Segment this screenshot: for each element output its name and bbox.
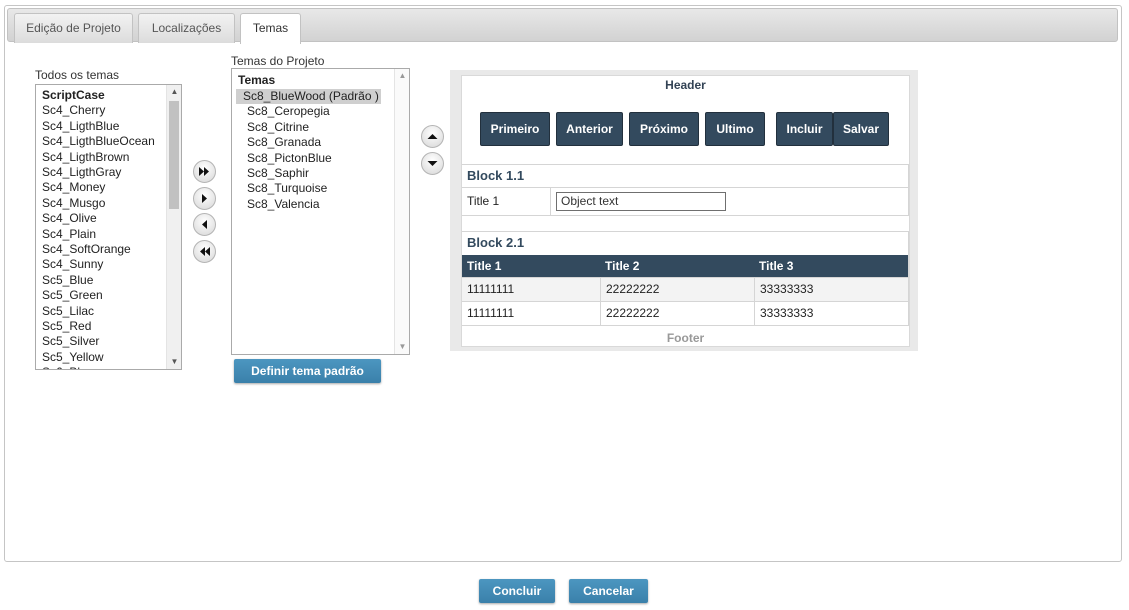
scroll-thumb[interactable] bbox=[169, 101, 179, 209]
concluir-button[interactable]: Concluir bbox=[479, 579, 555, 603]
theme-list-item[interactable]: Sc4_Money bbox=[42, 180, 105, 195]
preview-toolbar-button[interactable]: Salvar bbox=[833, 112, 889, 146]
theme-list-item[interactable]: Sc4_LigthGray bbox=[42, 165, 121, 180]
preview-block-1-title: Block 1.1 bbox=[462, 165, 908, 188]
preview-table-header: Title 1 Title 2 Title 3 bbox=[462, 255, 908, 277]
preview-table-cell: 33333333 bbox=[754, 278, 813, 301]
project-themes-scrollbar[interactable]: ▲ ▼ bbox=[394, 69, 409, 354]
tab-bar: Edição de Projeto Localizações Temas bbox=[7, 8, 1118, 44]
project-theme-item[interactable]: Sc8_PictonBlue bbox=[247, 151, 332, 166]
preview-table-cell: 22222222 bbox=[600, 278, 659, 301]
preview-header: Header bbox=[665, 78, 706, 92]
theme-list-item[interactable]: Sc4_Olive bbox=[42, 211, 97, 226]
theme-list-item[interactable]: Sc4_LigthBrown bbox=[42, 150, 129, 165]
preview-toolbar-button[interactable]: Próximo bbox=[629, 112, 699, 146]
preview-block-1: Block 1.1 Title 1 Object text bbox=[462, 164, 909, 216]
scroll-down-arrow-icon[interactable]: ▼ bbox=[167, 355, 181, 369]
tab-temas[interactable]: Temas bbox=[240, 13, 301, 44]
project-theme-item[interactable]: Sc8_Turquoise bbox=[247, 181, 327, 196]
preview-text-input[interactable]: Object text bbox=[556, 192, 726, 211]
preview-table-cell: 33333333 bbox=[754, 302, 813, 325]
set-default-theme-button[interactable]: Definir tema padrão bbox=[234, 359, 381, 383]
all-themes-scrollbar[interactable]: ▲ ▼ bbox=[166, 85, 181, 369]
preview-table-cell: 11111111 bbox=[467, 306, 515, 320]
tab-edicao-de-projeto[interactable]: Edição de Projeto bbox=[14, 13, 133, 43]
preview-block-2-title: Block 2.1 bbox=[467, 235, 525, 250]
project-theme-item[interactable]: Sc8_Citrine bbox=[247, 120, 309, 135]
project-theme-item[interactable]: Sc8_Saphir bbox=[247, 166, 309, 181]
remove-all-themes-button[interactable] bbox=[193, 240, 216, 263]
project-themes-label: Temas do Projeto bbox=[231, 54, 325, 68]
theme-list-item[interactable]: ScriptCase bbox=[42, 88, 105, 103]
project-theme-item[interactable]: Sc8_Ceropegia bbox=[247, 104, 330, 119]
theme-list-item[interactable]: Sc4_SoftOrange bbox=[42, 242, 131, 257]
theme-preview: Header Primeiro Anterior Próximo Ultimo Incl… bbox=[461, 75, 910, 347]
preview-footer: Footer bbox=[666, 331, 705, 345]
preview-table-row: 11111111 22222222 33333333 bbox=[462, 301, 908, 325]
add-theme-button[interactable] bbox=[193, 187, 216, 210]
arrow-down-icon bbox=[427, 161, 438, 166]
preview-toolbar-button[interactable]: Ultimo bbox=[705, 112, 765, 146]
theme-list-item[interactable]: Sc4_Cherry bbox=[42, 103, 105, 118]
preview-table-cell: 11111111 bbox=[467, 282, 515, 296]
theme-list-item[interactable]: Sc5_Green bbox=[42, 288, 103, 303]
project-themes-list[interactable]: Temas Sc8_BlueWood (Padrão ) Sc8_Ceropegi… bbox=[231, 68, 410, 355]
theme-list-item[interactable]: Sc5_Red bbox=[42, 319, 91, 334]
preview-toolbar-button[interactable]: Primeiro bbox=[480, 112, 550, 146]
double-arrow-left-icon bbox=[200, 247, 210, 256]
theme-list-item[interactable]: Sc4_Musgo bbox=[42, 196, 105, 211]
theme-preview-panel: Header Primeiro Anterior Próximo Ultimo Incl… bbox=[450, 70, 918, 351]
move-up-button[interactable] bbox=[421, 125, 444, 148]
theme-list-item[interactable]: Sc4_Sunny bbox=[42, 257, 103, 272]
scroll-up-arrow-icon[interactable]: ▲ bbox=[167, 85, 181, 99]
project-theme-item[interactable]: Sc8_Granada bbox=[247, 135, 321, 150]
scroll-down-arrow-icon[interactable]: ▼ bbox=[395, 340, 409, 354]
remove-theme-button[interactable] bbox=[193, 213, 216, 236]
preview-column-header: Title 1 bbox=[467, 259, 502, 273]
theme-list-item[interactable]: Sc5_Yellow bbox=[42, 350, 104, 365]
project-themes-group-label: Temas bbox=[238, 73, 276, 87]
arrow-up-icon bbox=[427, 134, 438, 139]
add-all-themes-button[interactable] bbox=[193, 160, 216, 183]
preview-table-cell: 22222222 bbox=[600, 302, 659, 325]
arrow-right-icon bbox=[202, 194, 207, 203]
preview-column-header: Title 3 bbox=[759, 259, 794, 273]
preview-table-row: 11111111 22222222 33333333 bbox=[462, 277, 908, 301]
all-themes-list[interactable]: ScriptCase Sc4_Cherry Sc4_LigthBlue Sc4_Lig… bbox=[35, 84, 182, 370]
preview-field-label: Title 1 bbox=[462, 188, 551, 215]
tab-localizacoes[interactable]: Localizações bbox=[138, 13, 235, 43]
double-arrow-right-icon bbox=[199, 167, 209, 176]
preview-column-header: Title 2 bbox=[605, 259, 640, 273]
all-themes-label: Todos os temas bbox=[35, 68, 120, 82]
cancelar-button[interactable]: Cancelar bbox=[569, 579, 648, 603]
theme-list-item[interactable]: Sc5_Silver bbox=[42, 334, 99, 349]
preview-block-2: Block 2.1 Title 1 Title 2 Title 3 111111… bbox=[462, 231, 909, 326]
project-theme-item[interactable]: Sc8_BlueWood (Padrão ) bbox=[236, 89, 381, 104]
theme-list-item[interactable]: Sc4_LigthBlue bbox=[42, 119, 119, 134]
preview-toolbar-button[interactable]: Incluir bbox=[776, 112, 833, 146]
theme-list-item[interactable]: Sc4_Plain bbox=[42, 227, 96, 242]
theme-list-item[interactable]: Sc4_LigthBlueOcean bbox=[42, 134, 155, 149]
theme-list-item[interactable]: Sc6_Bl bbox=[42, 365, 80, 369]
preview-toolbar-button[interactable]: Anterior bbox=[556, 112, 623, 146]
theme-list-item[interactable]: Sc5_Blue bbox=[42, 273, 93, 288]
scroll-up-arrow-icon[interactable]: ▲ bbox=[395, 69, 409, 83]
move-down-button[interactable] bbox=[421, 152, 444, 175]
arrow-left-icon bbox=[202, 220, 207, 229]
project-theme-item[interactable]: Sc8_Valencia bbox=[247, 197, 320, 212]
theme-list-item[interactable]: Sc5_Lilac bbox=[42, 304, 94, 319]
